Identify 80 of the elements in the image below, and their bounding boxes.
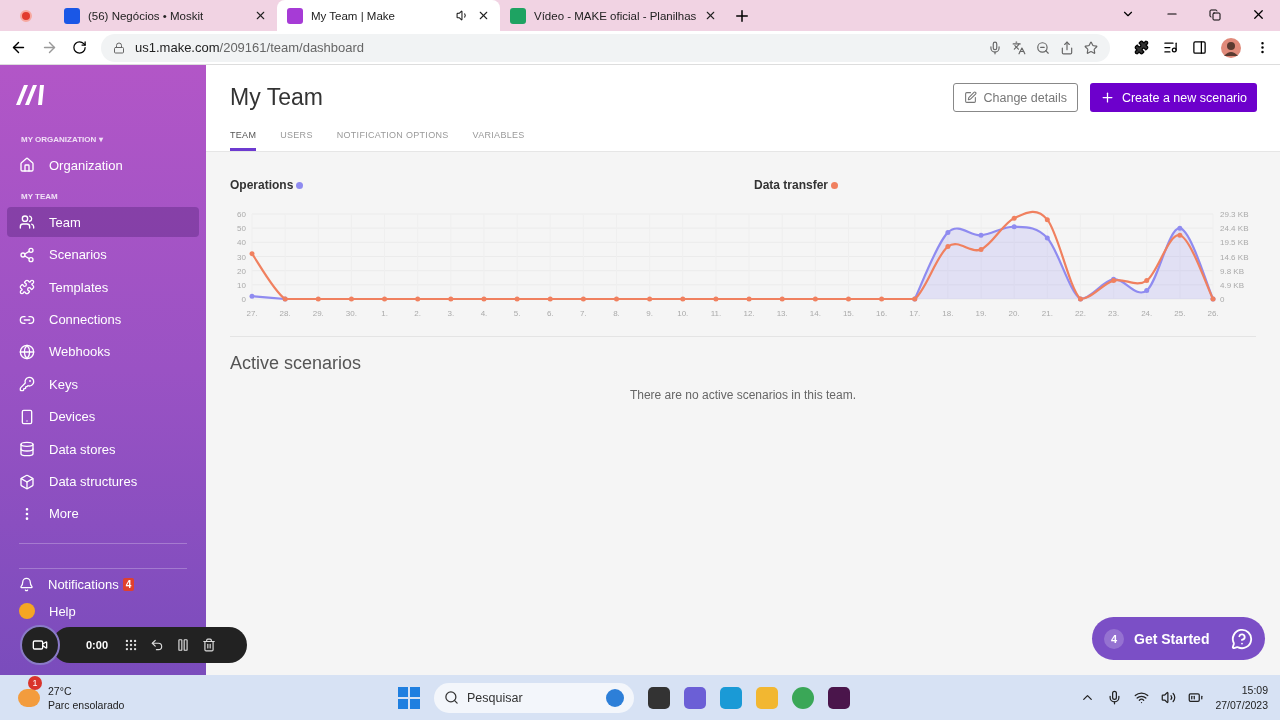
sidebar-item[interactable]: Templates [7,272,199,303]
axis-tick: 11. [710,309,722,318]
browser-tab[interactable]: My Team | Make [277,0,500,31]
browser-tab[interactable]: (56) Negócios • Moskit [54,0,277,31]
sidebar-item[interactable]: Team [7,207,199,238]
axis-tick: 1. [381,309,388,318]
axis-tick: 19.5 KB [1220,238,1249,248]
notification-badge: 4 [122,577,135,591]
sidebar-item[interactable]: Connections [7,304,199,335]
axis-tick: 24. [1141,309,1153,318]
sidebar-item[interactable]: Data structures [7,466,199,497]
axis-tick: 6. [546,309,554,318]
axis-tick: 5. [513,309,521,318]
axis-tick: 3. [447,309,455,318]
axis-tick: 7. [580,309,587,318]
axis-tick: 40 [237,238,246,248]
recording-time: 0:00 [86,639,109,651]
create-scenario-button[interactable]: Create a new scenario [1089,83,1257,112]
axis-tick: 25. [1174,309,1186,318]
clock-time: 15:09 [1240,682,1268,698]
axis-tick: 9.8 KB [1220,266,1244,276]
axis-tick: 20. [1008,309,1020,318]
get-started-button[interactable]: 4 Get Started [1092,617,1265,660]
section-label[interactable]: MY ORGANIZATION ▾ [21,135,199,144]
page-tab[interactable]: NOTIFICATION OPTIONS [336,130,449,151]
temperature: 27°C [48,683,73,698]
axis-tick: 12. [743,309,755,318]
sidebar-item[interactable]: Organization [7,150,199,180]
axis-tick: 24.4 KB [1220,224,1249,234]
page-title: My Team [230,84,324,111]
browser-tab[interactable]: Vídeo - MAKE oficial - Planilhas [500,0,723,31]
page-tab[interactable]: TEAM [230,130,257,151]
axis-tick: 22. [1074,309,1086,318]
section-title: Active scenarios [230,353,363,374]
axis-tick: 29.3 KB [1220,210,1249,219]
weather-badge: 1 [28,675,42,690]
axis-tick: 17. [909,309,921,318]
axis-tick: 10 [237,280,246,290]
sidebar-item[interactable]: Devices [7,401,199,432]
sidebar-item[interactable]: Data stores [7,434,199,465]
sidebar-item[interactable]: More [7,498,199,529]
axis-tick: 14.6 KB [1220,252,1249,262]
clock-date: 27/07/2023 [1215,697,1268,713]
axis-tick: 19. [975,309,987,318]
axis-tick: 27. [246,309,258,318]
axis-tick: 4. [480,309,488,318]
axis-tick: 30 [237,252,246,262]
axis-tick: 4.9 KB [1220,280,1244,290]
sidebar-item[interactable]: Webhooks [7,336,199,367]
sidebar-item[interactable]: Scenarios [7,239,199,270]
sidebar-item[interactable]: Notifications 4 [7,569,199,600]
axis-tick: 10. [677,309,689,318]
chart-legend: Operations [230,178,294,192]
sidebar-item[interactable]: Help [7,599,199,624]
section-label: MY TEAM [21,192,59,202]
url-text: us1.make.com/209161/team/dashboard [135,40,365,55]
axis-tick: 28. [279,309,291,318]
axis-tick: 60 [237,210,246,219]
page-tab[interactable]: VARIABLES [472,130,525,151]
axis-tick: 30. [345,309,357,318]
axis-tick: 50 [237,224,246,234]
axis-tick: 8. [613,309,620,318]
page-tab[interactable]: USERS [280,130,313,151]
taskbar-search[interactable]: Pesquisar [434,682,634,713]
weather-text: Parc ensolarado [48,697,125,712]
axis-tick: 13. [776,309,788,318]
axis-tick: 26. [1207,309,1219,318]
address-bar[interactable]: us1.make.com/209161/team/dashboard [101,33,1110,62]
axis-tick: 21. [1041,309,1053,318]
empty-message: There are no active scenarios in this team. [629,388,857,402]
change-details-button[interactable]: Change details [952,83,1078,112]
axis-tick: 29. [312,309,324,318]
axis-tick: 14. [809,309,821,318]
axis-tick: 16. [876,309,888,318]
axis-tick: 18. [942,309,954,318]
axis-tick: 23. [1108,309,1120,318]
axis-tick: 2. [414,309,422,318]
chart-legend: Data transfer [754,178,829,192]
axis-tick: 15. [842,309,855,318]
sidebar-item[interactable]: Keys [7,369,199,400]
